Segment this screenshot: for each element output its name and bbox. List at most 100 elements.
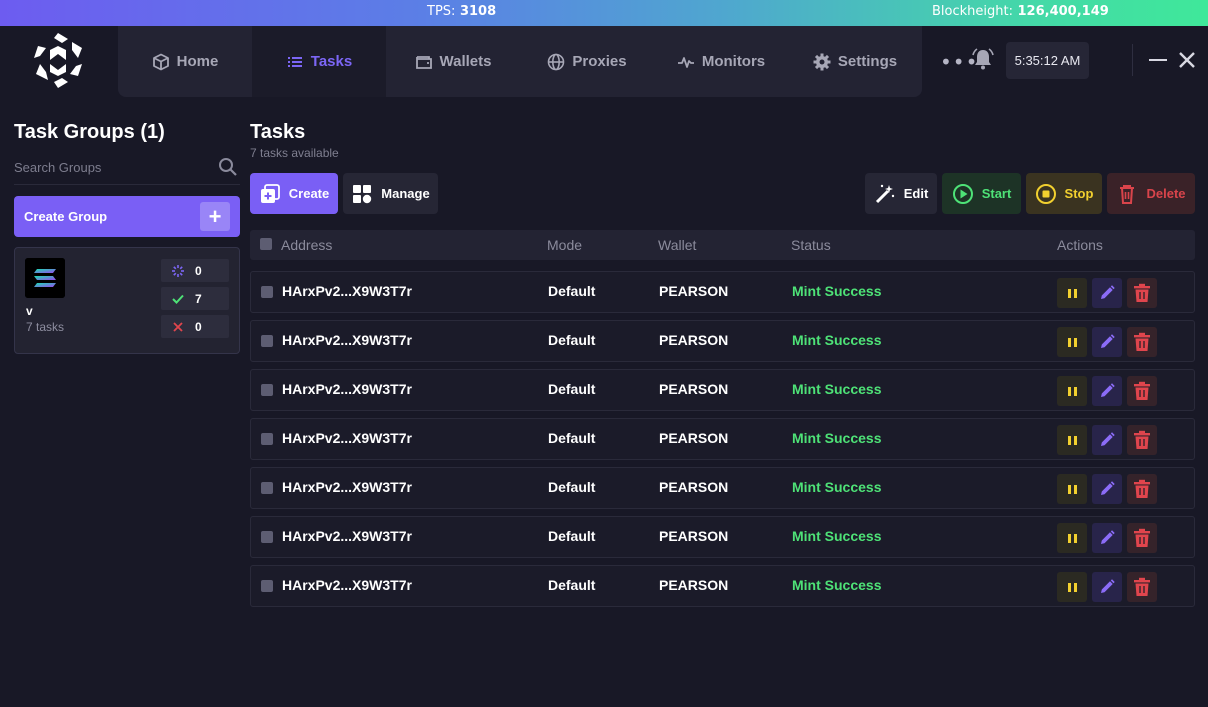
row-delete-button[interactable] [1127, 425, 1157, 455]
pause-button[interactable] [1057, 327, 1087, 357]
stat-running-value: 0 [195, 263, 202, 278]
pause-icon [1067, 337, 1077, 347]
row-edit-button[interactable] [1092, 572, 1122, 602]
column-actions: Actions [1057, 237, 1103, 253]
select-all-checkbox[interactable] [260, 238, 272, 250]
check-icon [161, 292, 195, 306]
close-icon[interactable] [1178, 51, 1196, 69]
pulse-icon [677, 56, 694, 68]
row-checkbox[interactable] [261, 433, 273, 445]
nav-home[interactable]: Home [118, 26, 252, 97]
row-edit-button[interactable] [1092, 327, 1122, 357]
row-edit-button[interactable] [1092, 474, 1122, 504]
table-row[interactable]: HArxPv2...X9W3T7r Default PEARSON Mint S… [250, 271, 1195, 313]
pause-button[interactable] [1057, 474, 1087, 504]
row-edit-button[interactable] [1092, 523, 1122, 553]
row-checkbox[interactable] [261, 286, 273, 298]
row-edit-button[interactable] [1092, 425, 1122, 455]
row-checkbox[interactable] [261, 531, 273, 543]
create-group-button[interactable]: Create Group + [14, 196, 240, 237]
stop-label: Stop [1064, 186, 1094, 201]
row-delete-button[interactable] [1127, 278, 1157, 308]
start-button[interactable]: Start [942, 173, 1021, 214]
table-row[interactable]: HArxPv2...X9W3T7r Default PEARSON Mint S… [250, 516, 1195, 558]
main-nav: Home Tasks Wallets Proxies Monitors Sett… [118, 26, 922, 97]
row-status: Mint Success [792, 283, 882, 299]
grid-icon [353, 184, 372, 203]
trash-icon [1134, 577, 1150, 596]
row-delete-button[interactable] [1127, 572, 1157, 602]
create-label: Create [288, 186, 330, 201]
row-checkbox[interactable] [261, 335, 273, 347]
column-address: Address [281, 237, 333, 253]
row-delete-button[interactable] [1127, 376, 1157, 406]
row-edit-button[interactable] [1092, 278, 1122, 308]
spinner-icon [161, 264, 195, 278]
trash-icon [1134, 332, 1150, 351]
nav-proxies[interactable]: Proxies [520, 26, 654, 97]
trash-icon [1134, 430, 1150, 449]
nav-tasks[interactable]: Tasks [252, 26, 386, 97]
table-row[interactable]: HArxPv2...X9W3T7r Default PEARSON Mint S… [250, 418, 1195, 460]
pause-button[interactable] [1057, 278, 1087, 308]
stop-button[interactable]: Stop [1026, 173, 1102, 214]
delete-button[interactable]: Delete [1107, 173, 1195, 214]
nav-wallets[interactable]: Wallets [386, 26, 520, 97]
table-row[interactable]: HArxPv2...X9W3T7r Default PEARSON Mint S… [250, 320, 1195, 362]
task-group-card[interactable]: v 7 tasks 0 7 0 [14, 247, 240, 354]
page-title: Tasks [250, 121, 306, 143]
pencil-icon [1101, 334, 1115, 348]
wallet-icon [415, 55, 432, 69]
row-address: HArxPv2...X9W3T7r [282, 528, 412, 544]
row-checkbox[interactable] [261, 482, 273, 494]
pencil-icon [1101, 285, 1115, 299]
pause-button[interactable] [1057, 572, 1087, 602]
minimize-button[interactable] [1149, 59, 1167, 61]
search-input[interactable] [14, 153, 214, 181]
row-delete-button[interactable] [1127, 474, 1157, 504]
pencil-icon [1101, 383, 1115, 397]
cube-icon [152, 53, 169, 70]
row-status: Mint Success [792, 577, 882, 593]
row-checkbox[interactable] [261, 384, 273, 396]
bell-icon[interactable] [971, 47, 995, 71]
search-icon[interactable] [218, 157, 238, 177]
pencil-icon [1101, 481, 1115, 495]
pause-button[interactable] [1057, 523, 1087, 553]
pause-button[interactable] [1057, 425, 1087, 455]
nav-wallets-label: Wallets [439, 53, 492, 70]
pause-button[interactable] [1057, 376, 1087, 406]
tps-label: TPS: [427, 4, 456, 19]
tps-readout: TPS: 3108 [427, 4, 496, 19]
nav-home-label: Home [176, 53, 219, 70]
row-wallet: PEARSON [659, 528, 729, 544]
row-status: Mint Success [792, 381, 882, 397]
edit-button[interactable]: Edit [865, 173, 937, 214]
nav-monitors-label: Monitors [701, 53, 766, 70]
trash-icon [1120, 184, 1135, 204]
nav-settings[interactable]: Settings [788, 26, 922, 97]
stat-failed: 0 [161, 315, 229, 338]
row-address: HArxPv2...X9W3T7r [282, 283, 412, 299]
row-checkbox[interactable] [261, 580, 273, 592]
list-icon [287, 56, 302, 67]
row-status: Mint Success [792, 528, 882, 544]
table-row[interactable]: HArxPv2...X9W3T7r Default PEARSON Mint S… [250, 369, 1195, 411]
manage-button[interactable]: Manage [343, 173, 438, 214]
column-wallet: Wallet [658, 237, 697, 253]
trash-icon [1134, 528, 1150, 547]
table-row[interactable]: HArxPv2...X9W3T7r Default PEARSON Mint S… [250, 467, 1195, 509]
clock: 5:35:12 AM [1006, 42, 1089, 79]
row-wallet: PEARSON [659, 479, 729, 495]
create-button[interactable]: Create [250, 173, 338, 214]
row-delete-button[interactable] [1127, 327, 1157, 357]
stat-success-value: 7 [195, 291, 202, 306]
row-edit-button[interactable] [1092, 376, 1122, 406]
row-address: HArxPv2...X9W3T7r [282, 332, 412, 348]
table-row[interactable]: HArxPv2...X9W3T7r Default PEARSON Mint S… [250, 565, 1195, 607]
task-groups-title: Task Groups (1) [14, 121, 165, 143]
status-ticker: TPS: 3108 Blockheight: 126,400,149 [0, 0, 1208, 26]
nav-monitors[interactable]: Monitors [654, 26, 788, 97]
row-delete-button[interactable] [1127, 523, 1157, 553]
row-wallet: PEARSON [659, 332, 729, 348]
